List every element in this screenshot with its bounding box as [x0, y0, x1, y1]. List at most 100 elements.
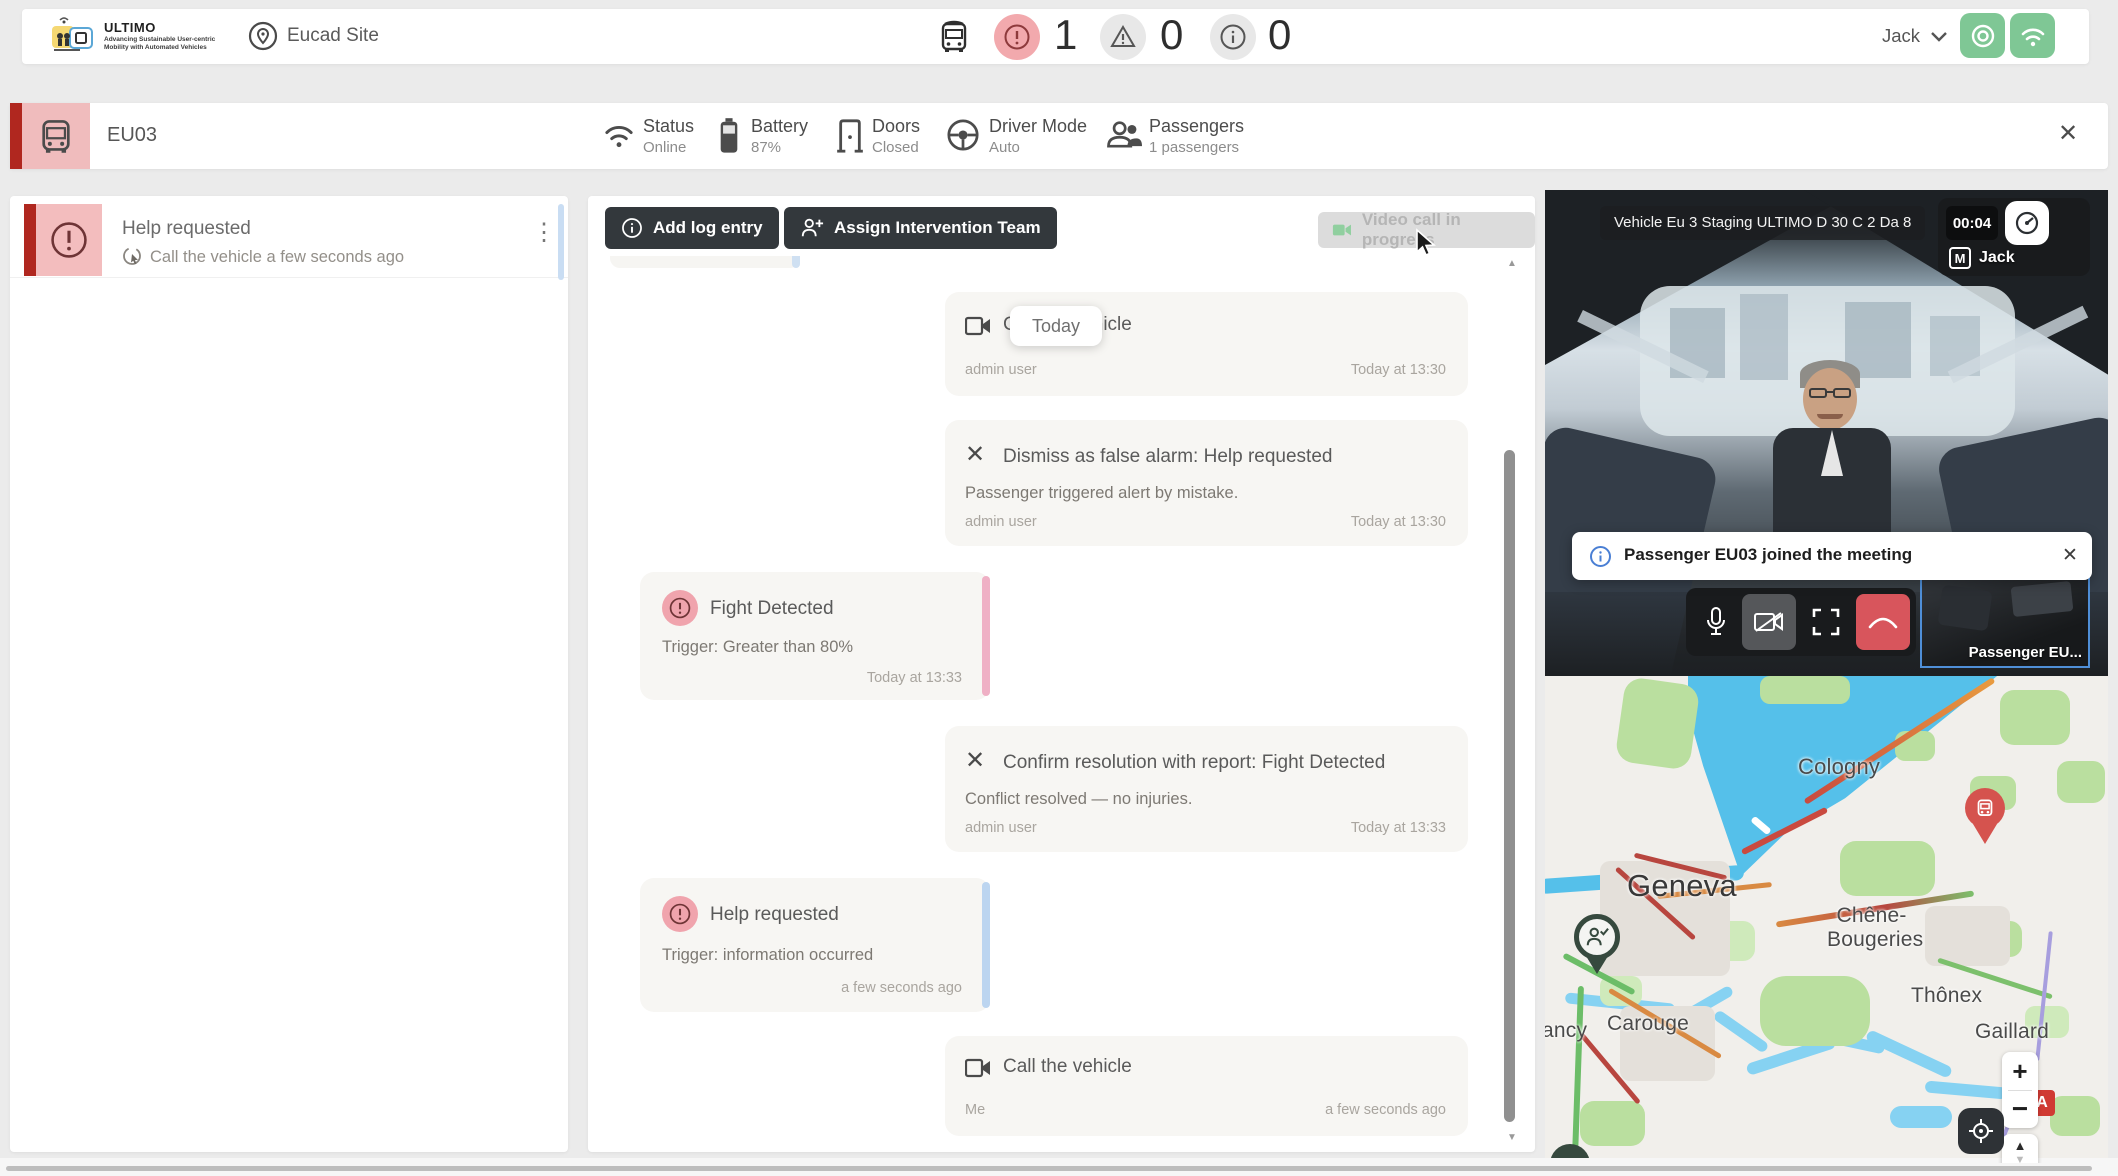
- brand-tagline-2: Mobility with Automated Vehicles: [104, 44, 207, 52]
- info-count: 0: [1268, 12, 1291, 58]
- smile: [1817, 414, 1843, 419]
- bus-icon: [937, 20, 971, 54]
- vehicle-alert-stripe: [10, 103, 22, 169]
- message-accent-stripe: [982, 576, 990, 696]
- bus-icon: [1975, 798, 1995, 818]
- close-icon[interactable]: ✕: [2062, 544, 2078, 567]
- alert-circle-icon: [662, 896, 698, 932]
- add-log-entry-button[interactable]: Add log entry: [605, 207, 779, 249]
- connectivity-button[interactable]: [2010, 13, 2055, 58]
- stat-doors-label: Doors: [872, 116, 920, 136]
- scroll-down-arrow[interactable]: ▼: [1507, 1132, 1517, 1143]
- zoom-controls: + −: [2002, 1052, 2038, 1128]
- log-message[interactable]: ✕ Dismiss as false alarm: Help requested…: [945, 420, 1468, 546]
- map-label-carouge: Carouge: [1607, 1012, 1689, 1036]
- zoom-in-button[interactable]: +: [2002, 1052, 2038, 1090]
- user-menu[interactable]: Jack: [1882, 25, 1920, 47]
- participant-thumbnail[interactable]: Passenger EU...: [1920, 576, 2090, 668]
- warning-triangle-icon: [1109, 23, 1137, 51]
- vehicle-map-pin[interactable]: [1965, 788, 2005, 846]
- alert-scroll-indicator[interactable]: [558, 204, 564, 280]
- map-park: [1580, 1101, 1645, 1146]
- bus-icon: [37, 117, 75, 155]
- close-icon[interactable]: ✕: [2058, 119, 2078, 148]
- crosshair-icon: [1968, 1118, 1994, 1144]
- glasses-bridge: [1826, 391, 1834, 393]
- map-park: [1840, 841, 1935, 896]
- message-body: Trigger: Greater than 80%: [662, 638, 853, 657]
- fullscreen-icon[interactable]: [1812, 608, 1840, 636]
- message-author: admin user: [965, 820, 1037, 836]
- alert-list-item[interactable]: Help requested Call the vehicle a few se…: [10, 204, 568, 278]
- thumbnail-label: Passenger EU...: [1969, 644, 2082, 661]
- alert-subtitle: Call the vehicle a few seconds ago: [150, 248, 404, 267]
- brand-name: ULTIMO: [104, 20, 156, 35]
- add-log-entry-label: Add log entry: [653, 218, 763, 238]
- wifi-icon: [2019, 24, 2047, 48]
- pin-tail: [1973, 824, 1997, 844]
- pin-head: [1574, 914, 1620, 960]
- message-author: admin user: [965, 362, 1037, 378]
- passengers-icon: [1104, 119, 1142, 151]
- message-body: Trigger: information occurred: [662, 946, 873, 965]
- chevron-down-icon[interactable]: [1930, 31, 1948, 43]
- log-message[interactable]: Fight Detected Trigger: Greater than 80%…: [640, 572, 990, 700]
- map-park: [1760, 676, 1850, 704]
- site-label[interactable]: Eucad Site: [287, 25, 379, 47]
- call-title: Vehicle Eu 3 Staging ULTIMO D 30 C 2 Da …: [1600, 206, 1925, 240]
- partial-bubble-stripe: [792, 256, 800, 268]
- locate-button[interactable]: [1958, 1108, 2004, 1154]
- info-counter-badge[interactable]: [1210, 14, 1256, 60]
- video-call-panel: Vehicle Eu 3 Staging ULTIMO D 30 C 2 Da …: [1545, 190, 2108, 676]
- message-accent-stripe: [982, 882, 990, 1008]
- team-map-pin[interactable]: [1574, 914, 1620, 976]
- warning-counter-badge[interactable]: [1100, 14, 1146, 60]
- message-title: Dismiss as false alarm: Help requested: [1003, 446, 1332, 468]
- map-label-chene-1: Chêne-: [1836, 904, 1906, 928]
- scroll-up-arrow[interactable]: ▲: [1507, 258, 1517, 269]
- map[interactable]: Cologny Geneva Chêne- Bougeries Thônex C…: [1545, 676, 2108, 1163]
- alert-avatar: [36, 204, 102, 276]
- camera-off-icon: [1754, 611, 1784, 633]
- kebab-menu-icon[interactable]: ⋮: [532, 222, 556, 244]
- record-button[interactable]: [1960, 13, 2005, 58]
- message-time: a few seconds ago: [841, 980, 962, 996]
- call-controls: [1686, 588, 1916, 656]
- alert-title: Help requested: [122, 218, 251, 240]
- call-action-icon: [122, 246, 144, 268]
- compass-control[interactable]: ▲ ▼: [2002, 1134, 2038, 1163]
- map-label-thonex: Thônex: [1911, 984, 1982, 1008]
- stats-gauge-button[interactable]: [2005, 201, 2049, 245]
- map-park: [1760, 976, 1870, 1046]
- message-title: Confirm resolution with report: Fight De…: [1003, 752, 1385, 774]
- mic-icon[interactable]: [1704, 606, 1728, 638]
- horizontal-scrollbar[interactable]: [6, 1166, 2092, 1171]
- mouse-cursor: [1413, 228, 1439, 258]
- message-time: a few seconds ago: [1325, 1102, 1446, 1118]
- log-message[interactable]: Help requested Trigger: information occu…: [640, 878, 990, 1012]
- hangup-button[interactable]: [1856, 594, 1910, 650]
- meeting-notification: Passenger EU03 joined the meeting ✕: [1572, 532, 2092, 580]
- stat-passengers-value: 1 passengers: [1149, 139, 1239, 157]
- battery-icon: [718, 117, 740, 155]
- message-title: Help requested: [710, 904, 839, 926]
- chat-scrollbar-thumb[interactable]: [1504, 450, 1515, 1122]
- door-icon: [836, 118, 864, 154]
- log-message[interactable]: Call the vehicle Me a few seconds ago: [945, 1036, 1468, 1136]
- map-park: [2050, 1096, 2100, 1136]
- message-body: Conflict resolved — no injuries.: [965, 790, 1192, 809]
- dismiss-x-icon: ✕: [965, 440, 985, 469]
- warning-count: 0: [1160, 12, 1183, 58]
- log-message[interactable]: ✕ Confirm resolution with report: Fight …: [945, 726, 1468, 852]
- message-title: Call the vehicle: [1003, 1056, 1132, 1078]
- message-author: admin user: [965, 514, 1037, 530]
- alert-counter-badge[interactable]: [994, 14, 1040, 60]
- zoom-out-button[interactable]: −: [2002, 1090, 2038, 1128]
- assign-intervention-button[interactable]: Assign Intervention Team: [784, 207, 1057, 249]
- pin-tail: [1586, 956, 1608, 974]
- message-title: Fight Detected: [710, 598, 834, 620]
- camera-toggle-button[interactable]: [1742, 594, 1796, 650]
- stat-drivermode-value: Auto: [989, 139, 1020, 157]
- video-camera-icon: [1332, 222, 1352, 238]
- alert-severity-stripe: [24, 204, 36, 276]
